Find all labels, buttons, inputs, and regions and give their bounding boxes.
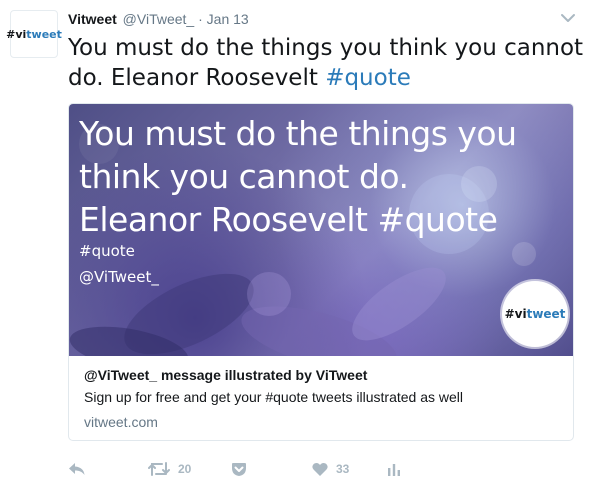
- card-image-tag: #quote: [79, 242, 135, 260]
- card-description: Sign up for free and get your #quote twe…: [84, 389, 463, 405]
- chevron-down-icon: [561, 14, 575, 22]
- card-title: @ViTweet_ message illustrated by ViTweet: [84, 367, 368, 383]
- header-separator: ·: [198, 11, 203, 27]
- avatar-logo-tweet: tweet: [26, 27, 62, 41]
- more-options-button[interactable]: [560, 10, 576, 26]
- reply-button[interactable]: [68, 458, 86, 480]
- card-image-user: @ViTweet_: [79, 268, 159, 286]
- tweet-text: You must do the things you think you can…: [68, 33, 588, 93]
- tweet-header: Vitweet @ViTweet_ · Jan 13: [68, 11, 249, 27]
- tweet-date[interactable]: Jan 13: [207, 11, 249, 27]
- heart-icon: [312, 462, 328, 476]
- like-count: 33: [336, 462, 350, 476]
- like-button[interactable]: 33: [312, 458, 349, 480]
- card-quote-text: You must do the things you think you can…: [79, 114, 517, 239]
- tweet[interactable]: #vi tweet Vitweet @ViTweet_ · Jan 13 You …: [0, 0, 604, 492]
- pocket-button[interactable]: [231, 458, 247, 480]
- badge-hash: #vi: [504, 307, 527, 321]
- retweet-count: 20: [178, 462, 192, 476]
- reply-icon: [69, 463, 85, 475]
- pocket-icon: [232, 462, 246, 476]
- analytics-icon: [388, 463, 400, 476]
- avatar[interactable]: #vi tweet: [6, 10, 62, 58]
- user-name[interactable]: Vitweet: [68, 11, 117, 27]
- badge-tweet: tweet: [526, 307, 566, 321]
- tweet-actions: 20 33: [68, 458, 588, 480]
- card-url: vitweet.com: [84, 414, 158, 430]
- analytics-button[interactable]: [387, 458, 401, 480]
- card-image[interactable]: You must do the things you think you can…: [69, 104, 573, 356]
- avatar-logo-hash: #vi: [6, 27, 27, 41]
- card-body[interactable]: @ViTweet_ message illustrated by ViTweet…: [84, 366, 564, 432]
- link-card[interactable]: You must do the things you think you can…: [68, 103, 574, 441]
- retweet-icon: [148, 462, 170, 476]
- user-handle[interactable]: @ViTweet_: [123, 11, 195, 27]
- retweet-button[interactable]: 20: [148, 458, 191, 480]
- vitweet-badge: #vi tweet: [502, 281, 568, 347]
- tweet-hashtag-link[interactable]: #quote: [325, 65, 411, 91]
